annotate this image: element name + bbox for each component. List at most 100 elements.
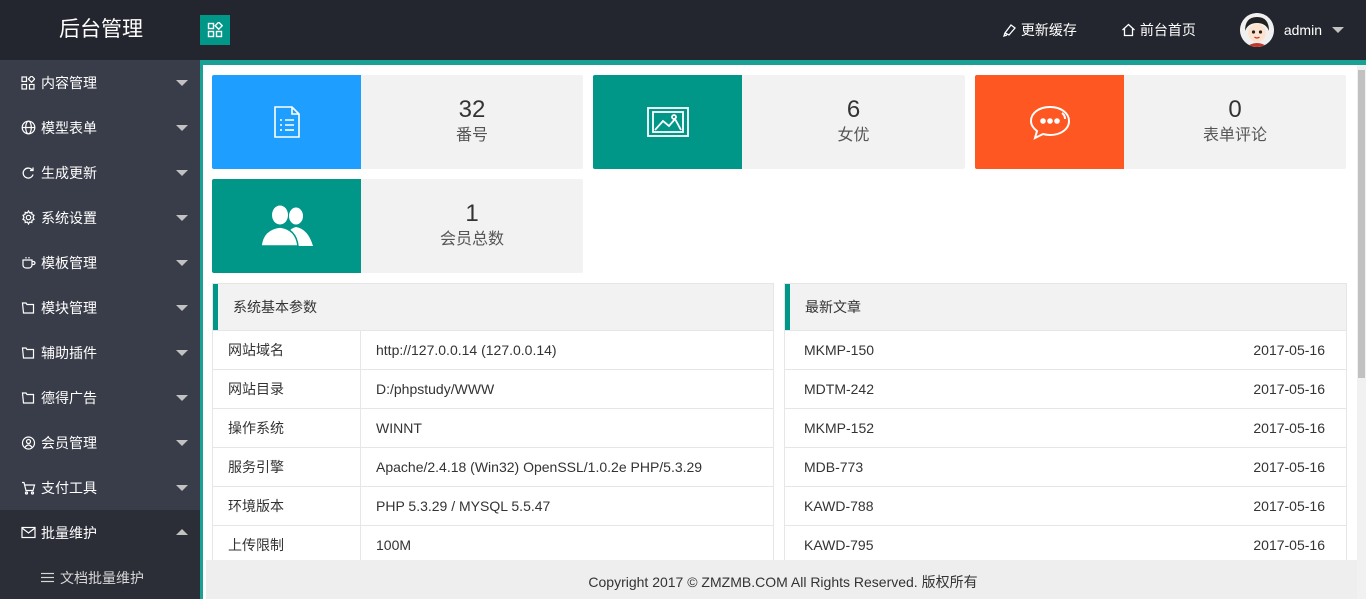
- mail-icon: [20, 525, 36, 541]
- stat-card-comments[interactable]: 0 表单评论: [975, 75, 1346, 169]
- sidebar-item-members[interactable]: 会员管理: [0, 420, 200, 465]
- sidebar-item-label: 模型表单: [41, 119, 97, 136]
- footer: Copyright 2017 © ZMZMB.COM All Rights Re…: [206, 560, 1360, 599]
- refresh-cache-link[interactable]: 更新缓存: [1002, 20, 1077, 40]
- row-key: 上传限制: [213, 525, 361, 565]
- sidebar-toggle-button[interactable]: [200, 15, 230, 45]
- sidebar-item-label: 生成更新: [41, 164, 97, 181]
- chevron-down-icon: [176, 485, 188, 491]
- stat-value: 6: [846, 96, 861, 123]
- gear-icon: [20, 210, 36, 226]
- users-icon: [20, 435, 36, 451]
- folder-icon: [20, 390, 36, 406]
- article-date: 2017-05-16: [1253, 342, 1325, 358]
- list-item[interactable]: MKMP-150 2017-05-16: [785, 330, 1346, 369]
- table-row: 上传限制 100M: [213, 525, 773, 565]
- table-row: 环境版本 PHP 5.3.29 / MYSQL 5.5.47: [213, 486, 773, 526]
- row-value: PHP 5.3.29 / MYSQL 5.5.47: [376, 498, 551, 514]
- row-key: 网站目录: [213, 369, 361, 409]
- users-icon: [259, 205, 313, 247]
- chevron-down-icon: [176, 215, 188, 221]
- home-icon: [1121, 23, 1135, 37]
- sidebar-item-payment[interactable]: 支付工具: [0, 465, 200, 510]
- sidebar-item-label: 系统设置: [41, 209, 97, 226]
- sidebar-item-label: 德得广告: [41, 389, 97, 406]
- stat-label: 女优: [837, 127, 870, 144]
- article-date: 2017-05-16: [1253, 498, 1325, 514]
- stat-label: 番号: [455, 127, 488, 144]
- stat-card-codes[interactable]: 32 番号: [212, 75, 583, 169]
- row-key: 服务引擎: [213, 447, 361, 487]
- stat-value: 0: [1228, 96, 1242, 123]
- chat-bubble-icon: [1029, 105, 1070, 140]
- refresh-icon: [20, 165, 36, 181]
- sidebar-item-model-form[interactable]: 模型表单: [0, 105, 200, 150]
- sidebar-item-label: 模块管理: [41, 299, 97, 316]
- article-title: MDTM-242: [804, 381, 875, 397]
- article-date: 2017-05-16: [1253, 537, 1325, 553]
- user-menu[interactable]: admin: [1239, 13, 1344, 47]
- top-header: 后台管理 更新缓存 前台首页 admin: [0, 0, 1366, 60]
- frontend-home-link[interactable]: 前台首页: [1121, 20, 1196, 40]
- refresh-cache-label: 更新缓存: [1020, 22, 1077, 38]
- sidebar-item-templates[interactable]: 模板管理: [0, 240, 200, 285]
- article-date: 2017-05-16: [1253, 459, 1325, 475]
- chevron-down-icon: [176, 395, 188, 401]
- scrollbar-thumb[interactable]: [1358, 70, 1365, 378]
- sidebar-item-label: 辅助插件: [41, 344, 97, 361]
- globe-icon: [20, 120, 36, 136]
- sidebar-item-label: 模板管理: [41, 254, 97, 271]
- chevron-up-icon: [176, 529, 188, 535]
- article-title: MKMP-152: [804, 420, 875, 436]
- sidebar-item-plugins[interactable]: 辅助插件: [0, 330, 200, 375]
- stat-icon-box: [212, 75, 361, 169]
- avatar: [1239, 13, 1274, 47]
- sidebar-item-label: 会员管理: [41, 434, 97, 451]
- sidebar-item-modules[interactable]: 模块管理: [0, 285, 200, 330]
- table-row: 网站目录 D:/phpstudy/WWW: [213, 369, 773, 409]
- row-value: WINNT: [376, 420, 422, 436]
- stat-label: 会员总数: [439, 231, 504, 248]
- chevron-down-icon: [176, 170, 188, 176]
- cup-icon: [20, 255, 36, 271]
- grid-icon: [20, 75, 36, 91]
- latest-articles-panel: 最新文章 MKMP-150 2017-05-16 MDTM-242 2017-0…: [784, 283, 1347, 573]
- grid-toggle-icon: [207, 22, 223, 38]
- chevron-down-icon: [1332, 27, 1344, 33]
- stat-card-members[interactable]: 1 会员总数: [212, 179, 583, 273]
- frontend-home-label: 前台首页: [1139, 22, 1196, 38]
- stat-label: 表单评论: [1202, 127, 1267, 144]
- stat-card-actresses[interactable]: 6 女优: [593, 75, 965, 169]
- row-key: 环境版本: [213, 486, 361, 526]
- article-title: KAWD-795: [804, 537, 874, 553]
- article-title: MKMP-150: [804, 342, 875, 358]
- list-item[interactable]: KAWD-788 2017-05-16: [785, 486, 1346, 525]
- username: admin: [1283, 22, 1322, 38]
- list-item[interactable]: MDTM-242 2017-05-16: [785, 369, 1346, 408]
- stat-icon-box: [593, 75, 742, 169]
- sidebar-item-generate[interactable]: 生成更新: [0, 150, 200, 195]
- row-value: 100M: [376, 537, 412, 553]
- system-info-panel: 系统基本参数 网站域名 http://127.0.0.14 (127.0.0.1…: [212, 283, 774, 573]
- sidebar-item-settings[interactable]: 系统设置: [0, 195, 200, 240]
- table-row: 网站域名 http://127.0.0.14 (127.0.0.14): [213, 330, 773, 370]
- sidebar-item-content[interactable]: 内容管理: [0, 60, 200, 105]
- sidebar-item-batch[interactable]: 批量维护: [0, 510, 200, 555]
- list-item[interactable]: KAWD-795 2017-05-16: [785, 525, 1346, 564]
- list-item[interactable]: MKMP-152 2017-05-16: [785, 408, 1346, 447]
- list-item[interactable]: MDB-773 2017-05-16: [785, 447, 1346, 486]
- main-content: 32 番号 6 女优 0 表单评论 1 会员总数 系统基本参数 网站域名 htt…: [200, 60, 1366, 599]
- sidebar-item-ads[interactable]: 德得广告: [0, 375, 200, 420]
- list-icon: [41, 572, 54, 583]
- folder-icon: [20, 300, 36, 316]
- stat-value: 32: [458, 96, 486, 123]
- scrollbar[interactable]: [1357, 65, 1366, 599]
- sidebar-subitem-label: 文档批量维护: [60, 569, 144, 586]
- sidebar-subitem-doc-batch[interactable]: 文档批量维护: [0, 555, 200, 599]
- stat-value: 1: [465, 200, 479, 227]
- chevron-down-icon: [176, 305, 188, 311]
- article-title: KAWD-788: [804, 498, 874, 514]
- chevron-down-icon: [176, 260, 188, 266]
- folder-icon: [20, 345, 36, 361]
- row-value: Apache/2.4.18 (Win32) OpenSSL/1.0.2e PHP…: [376, 459, 703, 475]
